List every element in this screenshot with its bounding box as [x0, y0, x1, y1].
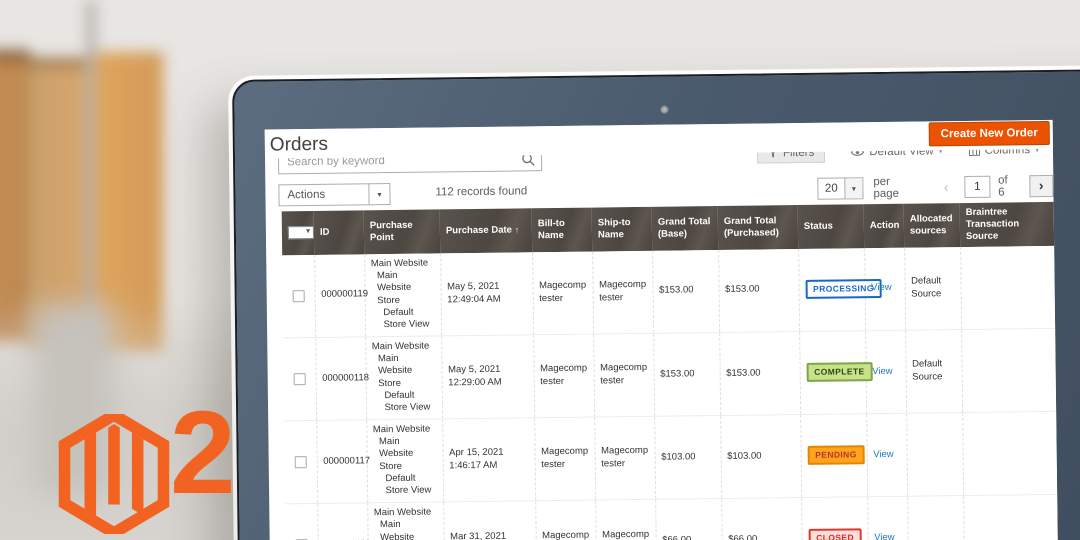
records-found: 112 records found: [435, 185, 528, 199]
braintree-source: [962, 411, 1058, 496]
select-all-header[interactable]: ▾: [281, 210, 315, 255]
prev-page-button[interactable]: ‹: [944, 179, 949, 196]
table-row: 000000119 Main Website Main Website Stor…: [282, 245, 1056, 338]
purchase-date: May 5, 2021 12:49:04 AM: [440, 251, 534, 336]
table-row: 000000118 Main Website Main Website Stor…: [283, 328, 1057, 421]
ship-to-name: Magecomp tester: [592, 250, 654, 334]
actions-label: Actions: [287, 188, 326, 202]
column-header-ship-to[interactable]: Ship-to Name: [591, 206, 653, 252]
braintree-source: [963, 494, 1059, 540]
bill-to-name: Magecomp tester: [532, 251, 594, 335]
page-title: Orders: [269, 133, 329, 156]
next-page-button[interactable]: ›: [1028, 174, 1054, 198]
caret-down-icon: ▾: [844, 178, 863, 199]
view-link[interactable]: View: [872, 365, 893, 376]
view-link[interactable]: View: [874, 532, 895, 540]
grand-total-base: $66.00: [655, 498, 723, 540]
orders-table: ▾ ID Purchase Point Purchase Date ↑ Bill-…: [281, 201, 1059, 540]
webcam-icon: [660, 105, 669, 114]
allocated-sources: Default Source: [904, 246, 962, 330]
view-link[interactable]: View: [871, 282, 892, 293]
column-header-action[interactable]: Action: [863, 203, 905, 248]
grand-total-base: $103.00: [654, 415, 722, 500]
sort-asc-icon: ↑: [514, 225, 519, 235]
column-header-grand-total-purchased[interactable]: Grand Total (Purchased): [717, 205, 799, 250]
order-id: 000000118: [315, 336, 369, 421]
column-header-bill-to[interactable]: Bill-to Name: [531, 207, 593, 252]
row-checkbox[interactable]: [293, 372, 306, 385]
pagination: 20 ▾ per page ‹ 1 of 6 ›: [817, 174, 1054, 201]
ship-to-name: Magecomp tester: [593, 333, 655, 417]
grand-total-purchased: $153.00: [719, 331, 801, 416]
current-page-input[interactable]: 1: [964, 175, 991, 199]
purchase-date: Apr 15, 2021 1:46:17 AM: [442, 417, 536, 502]
status-badge: PENDING: [807, 445, 865, 466]
column-header-purchase-point[interactable]: Purchase Point: [363, 209, 441, 254]
braintree-source: [961, 328, 1057, 413]
status-badge: COMPLETE: [806, 362, 873, 383]
ship-to-name: Magecomp tester: [595, 499, 657, 540]
table-row: 000000117 Main Website Main Website Stor…: [284, 411, 1058, 504]
order-id: 000000119: [314, 253, 368, 338]
magento-mark-icon: [58, 414, 170, 534]
select-all-dropdown[interactable]: ▾: [287, 226, 315, 240]
row-checkbox[interactable]: [292, 289, 305, 302]
row-checkbox[interactable]: [294, 455, 307, 468]
create-new-order-button[interactable]: Create New Order: [928, 120, 1050, 147]
status-badge: CLOSED: [808, 528, 863, 540]
admin-orders-page: Orders Create New Order Search by keywor…: [264, 119, 1060, 540]
ship-to-name: Magecomp tester: [594, 416, 656, 500]
braintree-source: [960, 245, 1056, 330]
grand-total-purchased: $103.00: [720, 414, 802, 499]
column-header-status[interactable]: Status: [797, 204, 865, 249]
column-header-grand-total-base[interactable]: Grand Total (Base): [651, 206, 719, 251]
purchase-date: May 5, 2021 12:29:00 AM: [441, 334, 535, 419]
column-header-id[interactable]: ID: [313, 210, 365, 255]
column-header-allocated-sources[interactable]: Allocated sources: [903, 203, 961, 248]
grand-total-base: $153.00: [652, 249, 720, 334]
logo-number-2: 2: [170, 387, 236, 519]
view-link[interactable]: View: [873, 449, 894, 460]
order-id: 000000111: [317, 502, 370, 540]
per-page-value: 20: [824, 182, 838, 195]
per-page-dropdown[interactable]: 20 ▾: [817, 177, 864, 200]
grand-total-purchased: $66.00: [721, 497, 803, 540]
bill-to-name: Magecomp tester: [534, 416, 596, 501]
total-pages-label: of 6: [998, 174, 1008, 199]
laptop-bezel: Orders Create New Order Search by keywor…: [232, 68, 1080, 540]
purchase-date: Mar 31, 2021 2:59:58 AM: [443, 500, 537, 540]
column-header-purchase-date[interactable]: Purchase Date ↑: [439, 208, 533, 254]
allocated-sources: [906, 412, 964, 497]
purchase-point: Main Website Main Website Store Default …: [366, 418, 444, 503]
purchase-point: Main Website Main Website Store Default …: [365, 335, 443, 420]
per-page-label: per page: [873, 175, 900, 201]
grand-total-base: $153.00: [653, 332, 721, 417]
laptop-screen: Orders Create New Order Search by keywor…: [264, 119, 1060, 540]
caret-down-icon: ▾: [306, 228, 310, 236]
bill-to-name: Magecomp tester: [535, 499, 597, 540]
purchase-point: Main Website Main Website Store Default …: [367, 501, 445, 540]
laptop: Orders Create New Order Search by keywor…: [228, 64, 1080, 540]
actions-dropdown[interactable]: Actions ▾: [278, 183, 391, 207]
grand-total-purchased: $153.00: [718, 248, 800, 333]
allocated-sources: [907, 495, 965, 540]
bill-to-name: Magecomp tester: [533, 333, 595, 418]
caret-down-icon: ▾: [368, 184, 390, 205]
order-id: 000000117: [316, 419, 370, 504]
scene: 2 Orders Create New Order Search by keyw…: [0, 0, 1080, 540]
column-header-braintree[interactable]: Braintree Transaction Source: [959, 201, 1055, 247]
purchase-point: Main Website Main Website Store Default …: [364, 253, 442, 337]
allocated-sources: Default Source: [905, 329, 963, 413]
